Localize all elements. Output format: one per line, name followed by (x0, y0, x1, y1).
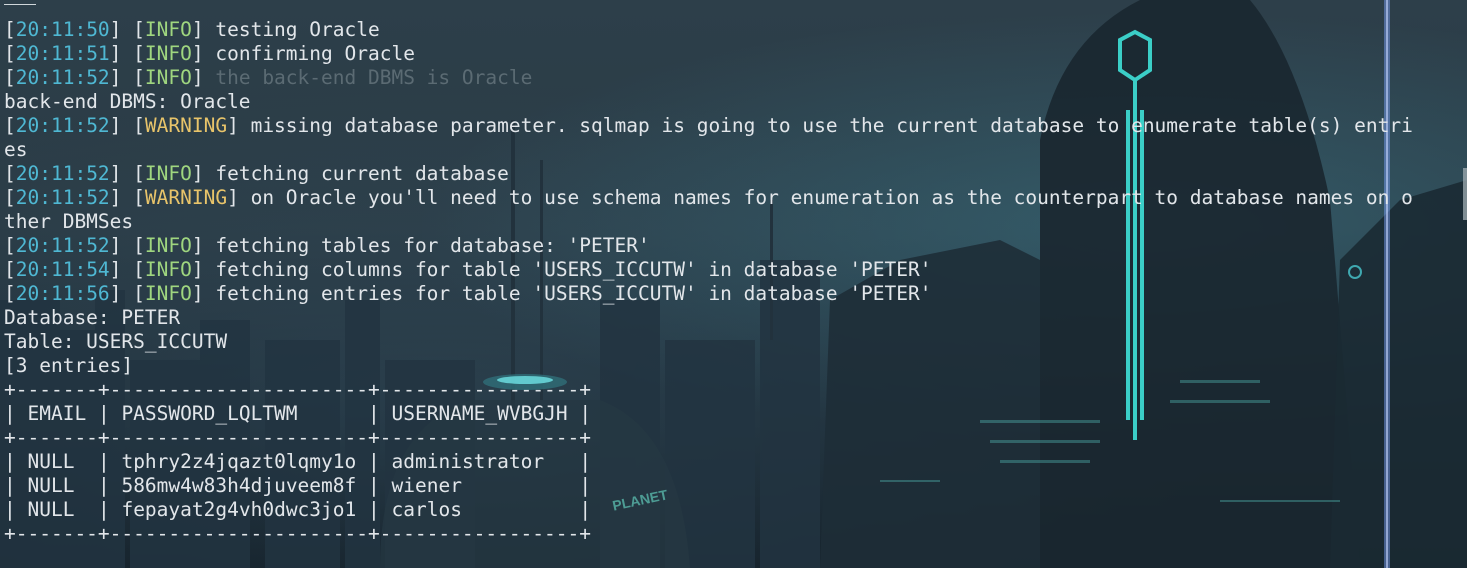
output-text: back-end DBMS: Oracle (4, 90, 251, 113)
table-header-cell: USERNAME_WVBGJH (391, 402, 568, 425)
terminal-output: [20:11:50] [INFO] testing Oracle [20:11:5… (4, 18, 1413, 546)
log-line: [20:11:52] [INFO] fetching current datab… (4, 162, 509, 185)
log-message: missing database parameter. sqlmap is go… (250, 114, 1413, 137)
output-text: es (4, 138, 28, 161)
scrollbar[interactable] (1463, 168, 1467, 220)
log-level: WARNING (144, 186, 228, 209)
log-line: es (4, 138, 1413, 162)
log-message: fetching current database (215, 162, 509, 185)
log-message: fetching tables for database: 'PETER' (215, 234, 650, 257)
log-timestamp: 20:11:51 (15, 42, 110, 65)
prompt-separator (4, 4, 36, 5)
log-level: INFO (144, 42, 192, 65)
table-row: | NULL | fepayat2g4vh0dwc3jo1 | carlos | (4, 498, 592, 521)
log-line: [20:11:56] [INFO] fetching entries for t… (4, 282, 932, 305)
table-cell: carlos (391, 498, 462, 521)
log-line: [20:11:52] [WARNING] on Oracle you'll ne… (4, 186, 1413, 209)
log-timestamp: 20:11:56 (15, 282, 110, 305)
log-timestamp: 20:11:54 (15, 258, 110, 281)
table-header-cell: EMAIL (27, 402, 87, 425)
table-cell: 586mw4w83h4djuveem8f (121, 474, 357, 497)
log-line: [20:11:52] [INFO] fetching tables for da… (4, 234, 650, 257)
output-text: Database: PETER (4, 306, 181, 329)
log-line: Table: USERS_ICCUTW (4, 330, 1413, 354)
output-text: [3 entries] (4, 354, 134, 377)
table-border: +-------+----------------------+--------… (4, 522, 591, 545)
log-level: INFO (144, 18, 192, 41)
log-level: INFO (144, 258, 192, 281)
output-text: Table: USERS_ICCUTW (4, 330, 228, 353)
log-line: [20:11:51] [INFO] confirming Oracle (4, 42, 415, 65)
log-line: ther DBMSes (4, 210, 1413, 234)
table-header: | EMAIL | PASSWORD_LQLTWM | USERNAME_WVB… (4, 402, 592, 425)
log-level: INFO (144, 234, 192, 257)
log-timestamp: 20:11:52 (15, 114, 110, 137)
log-message: on Oracle you'll need to use schema name… (250, 186, 1413, 209)
log-level: INFO (144, 162, 192, 185)
log-level: INFO (144, 282, 192, 305)
log-message: the back-end DBMS is Oracle (215, 66, 533, 89)
log-timestamp: 20:11:52 (15, 234, 110, 257)
table-cell: administrator (391, 450, 545, 473)
log-message: testing Oracle (215, 18, 380, 41)
log-line: Database: PETER (4, 306, 1413, 330)
table-cell: NULL (27, 498, 75, 521)
log-timestamp: 20:11:52 (15, 186, 110, 209)
table-border: +-------+----------------------+--------… (4, 426, 591, 449)
log-line: [20:11:52] [INFO] the back-end DBMS is O… (4, 66, 533, 89)
table-cell: NULL (27, 474, 75, 497)
log-level: INFO (144, 66, 192, 89)
log-line: [20:11:54] [INFO] fetching columns for t… (4, 258, 932, 281)
log-timestamp: 20:11:50 (15, 18, 110, 41)
table-border: +-------+----------------------+--------… (4, 378, 591, 401)
log-message: confirming Oracle (215, 42, 415, 65)
table-cell: NULL (27, 450, 75, 473)
output-text: ther DBMSes (4, 210, 134, 233)
log-timestamp: 20:11:52 (15, 162, 110, 185)
log-message: fetching columns for table 'USERS_ICCUTW… (215, 258, 932, 281)
table-cell: wiener (391, 474, 462, 497)
table-row: | NULL | tphry2z4jqazt0lqmy1o | administ… (4, 450, 592, 473)
log-line: back-end DBMS: Oracle (4, 90, 1413, 114)
table-row: | NULL | 586mw4w83h4djuveem8f | wiener | (4, 474, 592, 497)
log-level: WARNING (144, 114, 228, 137)
table-cell: fepayat2g4vh0dwc3jo1 (121, 498, 357, 521)
log-line: [20:11:52] [WARNING] missing database pa… (4, 114, 1413, 137)
log-line: [3 entries] (4, 354, 1413, 378)
log-message: fetching entries for table 'USERS_ICCUTW… (215, 282, 932, 305)
table-header-cell: PASSWORD_LQLTWM (121, 402, 298, 425)
log-timestamp: 20:11:52 (15, 66, 110, 89)
terminal-window[interactable]: PLANET [20:11:50] [INFO] testing Oracle[… (0, 0, 1467, 568)
log-line: [20:11:50] [INFO] testing Oracle (4, 18, 380, 41)
table-cell: tphry2z4jqazt0lqmy1o (121, 450, 357, 473)
